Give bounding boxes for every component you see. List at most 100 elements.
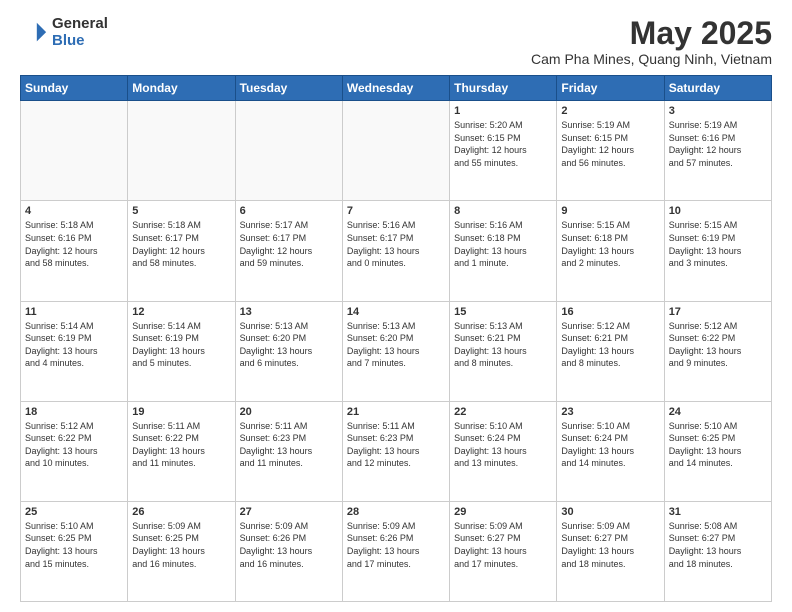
day-info: Sunrise: 5:16 AM Sunset: 6:17 PM Dayligh…	[347, 219, 445, 269]
logo-icon	[20, 19, 48, 47]
day-number: 21	[347, 406, 445, 418]
logo-text: General Blue	[52, 16, 108, 49]
calendar-header-thursday: Thursday	[450, 76, 557, 101]
day-number: 30	[561, 506, 659, 518]
day-info: Sunrise: 5:09 AM Sunset: 6:25 PM Dayligh…	[132, 520, 230, 570]
day-info: Sunrise: 5:17 AM Sunset: 6:17 PM Dayligh…	[240, 219, 338, 269]
calendar-cell: 26Sunrise: 5:09 AM Sunset: 6:25 PM Dayli…	[128, 501, 235, 601]
calendar-cell: 15Sunrise: 5:13 AM Sunset: 6:21 PM Dayli…	[450, 301, 557, 401]
calendar-cell: 22 Sunrise: 5:10 AM Sunset: 6:24 PM Dayli…	[450, 401, 557, 501]
day-info: Sunrise: 5:10 AM Sunset: 6:25 PM Dayligh…	[669, 420, 767, 470]
day-number: 10	[669, 205, 767, 217]
calendar-cell: 4Sunrise: 5:18 AM Sunset: 6:16 PM Daylig…	[21, 201, 128, 301]
calendar-header-friday: Friday	[557, 76, 664, 101]
calendar-header-monday: Monday	[128, 76, 235, 101]
calendar-week-1: 1Sunrise: 5:20 AM Sunset: 6:15 PM Daylig…	[21, 101, 772, 201]
day-info: Sunrise: 5:18 AM Sunset: 6:17 PM Dayligh…	[132, 219, 230, 269]
day-number: 19	[132, 406, 230, 418]
day-info: Sunrise: 5:11 AM Sunset: 6:23 PM Dayligh…	[240, 420, 338, 470]
day-number: 29	[454, 506, 552, 518]
day-info: Sunrise: 5:13 AM Sunset: 6:20 PM Dayligh…	[240, 320, 338, 370]
day-number: 7	[347, 205, 445, 217]
calendar-cell: 12 Sunrise: 5:14 AM Sunset: 6:19 PM Dayli…	[128, 301, 235, 401]
day-info: Sunrise: 5:11 AM Sunset: 6:22 PM Dayligh…	[132, 420, 230, 470]
day-info: Sunrise: 5:14 AM Sunset: 6:19 PM Dayligh…	[132, 320, 230, 370]
calendar-cell: 14 Sunrise: 5:13 AM Sunset: 6:20 PM Dayli…	[342, 301, 449, 401]
day-number: 27	[240, 506, 338, 518]
main-title: May 2025	[531, 16, 772, 51]
calendar-week-2: 4Sunrise: 5:18 AM Sunset: 6:16 PM Daylig…	[21, 201, 772, 301]
day-info: Sunrise: 5:19 AM Sunset: 6:16 PM Dayligh…	[669, 119, 767, 169]
day-info: Sunrise: 5:10 AM Sunset: 6:24 PM Dayligh…	[454, 420, 552, 470]
calendar-week-3: 11 Sunrise: 5:14 AM Sunset: 6:19 PM Dayli…	[21, 301, 772, 401]
day-info: Sunrise: 5:09 AM Sunset: 6:27 PM Dayligh…	[561, 520, 659, 570]
day-info: Sunrise: 5:12 AM Sunset: 6:21 PM Dayligh…	[561, 320, 659, 370]
calendar-header-sunday: Sunday	[21, 76, 128, 101]
day-number: 18	[25, 406, 123, 418]
day-info: Sunrise: 5:08 AM Sunset: 6:27 PM Dayligh…	[669, 520, 767, 570]
day-info: Sunrise: 5:15 AM Sunset: 6:18 PM Dayligh…	[561, 219, 659, 269]
day-info: Sunrise: 5:11 AM Sunset: 6:23 PM Dayligh…	[347, 420, 445, 470]
calendar-cell: 1Sunrise: 5:20 AM Sunset: 6:15 PM Daylig…	[450, 101, 557, 201]
title-block: May 2025 Cam Pha Mines, Quang Ninh, Viet…	[531, 16, 772, 67]
day-info: Sunrise: 5:12 AM Sunset: 6:22 PM Dayligh…	[669, 320, 767, 370]
day-number: 11	[25, 306, 123, 318]
day-info: Sunrise: 5:15 AM Sunset: 6:19 PM Dayligh…	[669, 219, 767, 269]
logo-blue: Blue	[52, 33, 108, 50]
day-number: 9	[561, 205, 659, 217]
calendar-cell: 20 Sunrise: 5:11 AM Sunset: 6:23 PM Dayli…	[235, 401, 342, 501]
day-info: Sunrise: 5:16 AM Sunset: 6:18 PM Dayligh…	[454, 219, 552, 269]
day-info: Sunrise: 5:09 AM Sunset: 6:26 PM Dayligh…	[347, 520, 445, 570]
day-info: Sunrise: 5:20 AM Sunset: 6:15 PM Dayligh…	[454, 119, 552, 169]
calendar-cell	[128, 101, 235, 201]
calendar-cell: 5Sunrise: 5:18 AM Sunset: 6:17 PM Daylig…	[128, 201, 235, 301]
day-number: 3	[669, 105, 767, 117]
calendar-table: SundayMondayTuesdayWednesdayThursdayFrid…	[20, 75, 772, 602]
page: General Blue May 2025 Cam Pha Mines, Qua…	[0, 0, 792, 612]
calendar-cell: 24 Sunrise: 5:10 AM Sunset: 6:25 PM Dayli…	[664, 401, 771, 501]
day-number: 22	[454, 406, 552, 418]
calendar-week-4: 18 Sunrise: 5:12 AM Sunset: 6:22 PM Dayli…	[21, 401, 772, 501]
day-info: Sunrise: 5:19 AM Sunset: 6:15 PM Dayligh…	[561, 119, 659, 169]
sub-title: Cam Pha Mines, Quang Ninh, Vietnam	[531, 51, 772, 67]
day-info: Sunrise: 5:09 AM Sunset: 6:27 PM Dayligh…	[454, 520, 552, 570]
calendar-cell: 3 Sunrise: 5:19 AM Sunset: 6:16 PM Daylig…	[664, 101, 771, 201]
day-number: 14	[347, 306, 445, 318]
day-number: 8	[454, 205, 552, 217]
calendar-cell: 31 Sunrise: 5:08 AM Sunset: 6:27 PM Dayli…	[664, 501, 771, 601]
calendar-cell: 19 Sunrise: 5:11 AM Sunset: 6:22 PM Dayli…	[128, 401, 235, 501]
day-number: 16	[561, 306, 659, 318]
day-info: Sunrise: 5:14 AM Sunset: 6:19 PM Dayligh…	[25, 320, 123, 370]
day-info: Sunrise: 5:12 AM Sunset: 6:22 PM Dayligh…	[25, 420, 123, 470]
day-info: Sunrise: 5:09 AM Sunset: 6:26 PM Dayligh…	[240, 520, 338, 570]
calendar-cell: 6 Sunrise: 5:17 AM Sunset: 6:17 PM Daylig…	[235, 201, 342, 301]
calendar-cell: 23Sunrise: 5:10 AM Sunset: 6:24 PM Dayli…	[557, 401, 664, 501]
day-info: Sunrise: 5:18 AM Sunset: 6:16 PM Dayligh…	[25, 219, 123, 269]
day-number: 2	[561, 105, 659, 117]
day-number: 6	[240, 205, 338, 217]
day-number: 12	[132, 306, 230, 318]
day-info: Sunrise: 5:10 AM Sunset: 6:25 PM Dayligh…	[25, 520, 123, 570]
calendar-cell: 2 Sunrise: 5:19 AM Sunset: 6:15 PM Daylig…	[557, 101, 664, 201]
calendar-week-5: 25 Sunrise: 5:10 AM Sunset: 6:25 PM Dayli…	[21, 501, 772, 601]
calendar-cell: 21 Sunrise: 5:11 AM Sunset: 6:23 PM Dayli…	[342, 401, 449, 501]
calendar-cell	[342, 101, 449, 201]
day-number: 25	[25, 506, 123, 518]
day-info: Sunrise: 5:10 AM Sunset: 6:24 PM Dayligh…	[561, 420, 659, 470]
header: General Blue May 2025 Cam Pha Mines, Qua…	[20, 16, 772, 67]
day-number: 20	[240, 406, 338, 418]
calendar-cell: 10 Sunrise: 5:15 AM Sunset: 6:19 PM Dayli…	[664, 201, 771, 301]
calendar-cell	[21, 101, 128, 201]
logo: General Blue	[20, 16, 108, 49]
calendar-header-wednesday: Wednesday	[342, 76, 449, 101]
day-info: Sunrise: 5:13 AM Sunset: 6:21 PM Dayligh…	[454, 320, 552, 370]
logo-general: General	[52, 16, 108, 33]
calendar-cell: 16 Sunrise: 5:12 AM Sunset: 6:21 PM Dayli…	[557, 301, 664, 401]
day-number: 17	[669, 306, 767, 318]
calendar-cell: 27 Sunrise: 5:09 AM Sunset: 6:26 PM Dayli…	[235, 501, 342, 601]
day-number: 31	[669, 506, 767, 518]
day-info: Sunrise: 5:13 AM Sunset: 6:20 PM Dayligh…	[347, 320, 445, 370]
day-number: 24	[669, 406, 767, 418]
calendar-cell: 28Sunrise: 5:09 AM Sunset: 6:26 PM Dayli…	[342, 501, 449, 601]
calendar-header-saturday: Saturday	[664, 76, 771, 101]
